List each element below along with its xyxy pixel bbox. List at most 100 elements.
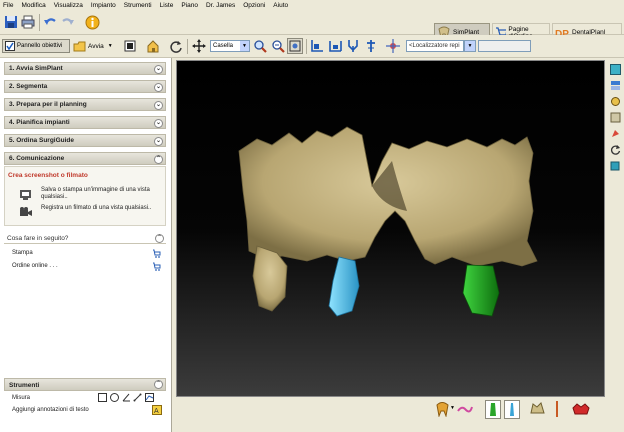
- nerve-icon[interactable]: [457, 403, 473, 415]
- distance-measure-icon[interactable]: [133, 393, 142, 402]
- menu-impianto[interactable]: Impianto: [91, 2, 116, 9]
- circle-measure-icon[interactable]: [110, 393, 119, 402]
- avvia-button[interactable]: Avvia ▼: [72, 39, 118, 53]
- zoom-region-icon[interactable]: [270, 38, 286, 54]
- localizzatore-select-value: <Localizzatore repi: [409, 43, 460, 49]
- marker-icon[interactable]: [610, 128, 621, 139]
- pin-icon[interactable]: [552, 400, 562, 418]
- task-panel: 1. Avvia SimPlant ⌄ 2. Segmenta ⌄ 3. Prepa…: [0, 58, 172, 432]
- pan-icon[interactable]: [191, 38, 207, 54]
- casella-select[interactable]: Casella ▼: [210, 40, 250, 52]
- cosa-fare-header[interactable]: Cosa fare in seguito? ⌃: [4, 232, 166, 244]
- menu-aiuto[interactable]: Aiuto: [273, 2, 288, 9]
- view-toolbar: Pannello obiettivi Avvia ▼ Casella ▼ <Lo…: [0, 35, 624, 58]
- crea-screenshot-heading: Crea screenshot o filmato: [8, 172, 88, 179]
- misura-label: Misura: [12, 395, 31, 401]
- casella-select-value: Casella: [213, 43, 234, 49]
- section-label: 2. Segmenta: [9, 83, 48, 90]
- strumenti-header[interactable]: Strumenti ⌃: [4, 378, 166, 391]
- menu-dr-james[interactable]: Dr. James: [206, 2, 235, 9]
- tooth-icon[interactable]: [436, 401, 449, 417]
- ordine-online-link[interactable]: Ordine online . . .: [12, 263, 58, 269]
- crown-icon[interactable]: [572, 402, 590, 416]
- layers-icon[interactable]: [610, 80, 621, 91]
- localizzatore-dropdown[interactable]: ▼: [464, 40, 476, 52]
- chevron-down-icon: ⌄: [154, 83, 163, 92]
- menu-modifica[interactable]: Modifica: [21, 2, 45, 9]
- section-ordina-surgiguide[interactable]: 5. Ordina SurgiGuide ⌄: [4, 134, 166, 147]
- zoom-icon[interactable]: [252, 38, 268, 54]
- 3d-viewport[interactable]: [176, 60, 605, 397]
- clipping-icon[interactable]: [610, 112, 621, 123]
- home-icon[interactable]: [145, 38, 161, 54]
- secondary-select[interactable]: [478, 40, 531, 52]
- chevron-up-icon: ⌃: [155, 234, 164, 243]
- svg-text:A: A: [154, 408, 159, 415]
- menu-visualizza[interactable]: Visualizza: [54, 2, 83, 9]
- implant-icon[interactable]: [345, 38, 361, 54]
- pannello-obiettivi-button[interactable]: Pannello obiettivi: [2, 39, 70, 53]
- panoramic-view-icon[interactable]: [327, 38, 344, 54]
- chevron-down-icon: ⌄: [154, 101, 163, 110]
- chevron-down-icon: ▼: [465, 41, 475, 51]
- section-label: 1. Avvia SimPlant: [9, 65, 63, 72]
- chevron-down-icon: ▼: [240, 41, 249, 51]
- section-prepara-planning[interactable]: 3. Prepara per il planning ⌄: [4, 98, 166, 111]
- cross-section-icon[interactable]: [363, 38, 379, 54]
- section-label: 4. Pianifica impianti: [9, 119, 70, 126]
- video-camera-icon: [20, 207, 32, 216]
- section-pianifica-impianti[interactable]: 4. Pianifica impianti ⌄: [4, 116, 166, 129]
- section-comunicazione[interactable]: 6. Comunicazione ⌃: [4, 152, 166, 165]
- profile-measure-icon[interactable]: [145, 393, 154, 402]
- rotate-icon[interactable]: [168, 38, 184, 54]
- undo-icon[interactable]: [42, 14, 58, 30]
- box-icon[interactable]: [610, 160, 621, 171]
- chevron-down-icon[interactable]: ▼: [450, 405, 455, 411]
- layout-icon[interactable]: [123, 39, 137, 53]
- annotation-icon[interactable]: A: [152, 405, 162, 415]
- section-segmenta[interactable]: 2. Segmenta ⌄: [4, 80, 166, 93]
- cart-icon[interactable]: [152, 262, 161, 271]
- menu-piano[interactable]: Piano: [181, 2, 198, 9]
- section-avvia-simplant[interactable]: 1. Avvia SimPlant ⌄: [4, 62, 166, 75]
- stampa-link[interactable]: Stampa: [12, 250, 33, 256]
- cosa-fare-title: Cosa fare in seguito?: [7, 235, 69, 242]
- registra-filmato-link[interactable]: Registra un filmato di una vista qualsia…: [41, 205, 161, 212]
- chevron-up-icon: ⌃: [154, 380, 163, 389]
- chevron-up-icon: ⌃: [154, 155, 163, 164]
- print-icon[interactable]: [20, 14, 36, 30]
- section-label: 5. Ordina SurgiGuide: [9, 137, 75, 144]
- menu-file[interactable]: File: [3, 2, 13, 9]
- square-measure-icon[interactable]: [98, 393, 107, 402]
- save-icon[interactable]: [3, 14, 19, 30]
- salva-stampa-link[interactable]: Salva o stampa un'immagine di una vista …: [41, 187, 161, 201]
- implant-green-button[interactable]: [485, 400, 501, 419]
- section-label: 6. Comunicazione: [9, 155, 65, 162]
- menu-opzioni[interactable]: Opzioni: [243, 2, 265, 9]
- orientation-icon[interactable]: [384, 38, 402, 54]
- checkbox-icon: [5, 41, 15, 51]
- abutment-icon[interactable]: [529, 401, 546, 417]
- folder-icon: [73, 41, 86, 51]
- volume-icon[interactable]: [610, 64, 621, 75]
- refresh-icon[interactable]: [610, 144, 621, 155]
- aggiungi-annotazioni-link[interactable]: Aggiungi annotazioni di testo: [12, 407, 89, 413]
- axial-view-icon[interactable]: [309, 38, 326, 54]
- info-icon[interactable]: [83, 13, 101, 31]
- settings-icon[interactable]: [610, 96, 621, 107]
- redo-icon[interactable]: [60, 14, 76, 30]
- cart-icon[interactable]: [152, 249, 161, 258]
- pannello-obiettivi-label: Pannello obiettivi: [17, 43, 63, 49]
- avvia-dropdown-icon: ▼: [107, 43, 113, 49]
- implant-blue-button[interactable]: [504, 400, 520, 419]
- localizzatore-select[interactable]: <Localizzatore repi: [406, 40, 464, 52]
- main-toolbar: SimPlant Pagine d'Ordine DP DentalPlanl: [0, 10, 624, 42]
- strumenti-title: Strumenti: [9, 382, 40, 389]
- menu-liste[interactable]: Liste: [160, 2, 174, 9]
- angle-measure-icon[interactable]: [122, 393, 131, 402]
- menu-strumenti[interactable]: Strumenti: [124, 2, 152, 9]
- menu-bar: File Modifica Visualizza Impianto Strume…: [0, 0, 624, 10]
- jaw-3d-model: [238, 126, 538, 317]
- screenshot-icon: [20, 190, 31, 200]
- fit-view-icon[interactable]: [287, 38, 303, 54]
